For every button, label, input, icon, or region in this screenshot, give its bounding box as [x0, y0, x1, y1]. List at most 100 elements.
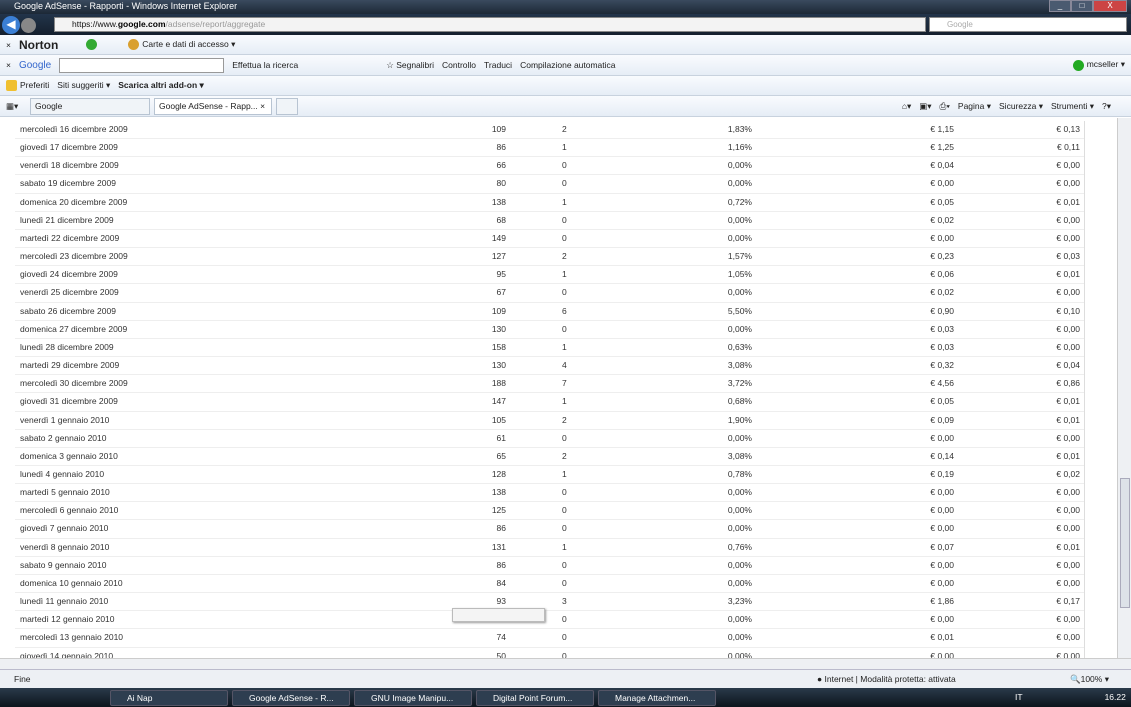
- cards-button[interactable]: Carte e dati di accesso: [142, 39, 228, 49]
- close-button[interactable]: X: [1093, 0, 1127, 12]
- ctr-cell: 0,63%: [727, 341, 752, 352]
- vertical-scrollbar[interactable]: [1117, 118, 1131, 658]
- taskbar-item[interactable]: Digital Point Forum...: [476, 689, 594, 706]
- search-button[interactable]: Effettua la ricerca: [232, 60, 298, 70]
- favorites-button[interactable]: Preferiti: [6, 80, 49, 92]
- taskbar-item[interactable]: Manage Attachmen...: [598, 689, 716, 706]
- table-row: lunedì 11 gennaio 2010 93 3 3,23% € 1,86 € 0,…: [15, 593, 1084, 612]
- impressions-cell: 95: [496, 269, 506, 280]
- earnings-cell: € 0,17: [1056, 596, 1080, 607]
- toolbar-close-icon[interactable]: ×: [6, 60, 11, 70]
- date-cell: lunedì 21 dicembre 2009: [20, 214, 114, 225]
- impressions-cell: 188: [491, 378, 506, 389]
- table-row: mercoledì 30 dicembre 2009 188 7 3,72% € 4,5…: [15, 375, 1084, 394]
- earnings-cell: € 0,02: [1056, 468, 1080, 479]
- earnings-cell: € 0,13: [1056, 124, 1080, 134]
- feeds-icon[interactable]: ▣▾: [919, 101, 931, 112]
- ctr-cell: 1,90%: [727, 414, 752, 425]
- table-row: lunedì 21 dicembre 2009 68 0 0,00% € 0,02 € 0…: [15, 212, 1084, 230]
- page-menu[interactable]: Pagina ▾: [958, 101, 991, 112]
- tab-close-icon[interactable]: ×: [260, 101, 265, 111]
- table-row: martedì 22 dicembre 2009 149 0 0,00% € 0,00 €…: [15, 230, 1084, 249]
- date-cell: mercoledì 13 gennaio 2010: [20, 632, 124, 643]
- taskbar-item[interactable]: Google AdSense - R...: [232, 689, 350, 706]
- impressions-cell: 128: [491, 468, 506, 479]
- ctr-cell: 3,08%: [727, 360, 752, 371]
- zoom-level[interactable]: 🔍100% ▾: [1070, 670, 1109, 688]
- ctr-cell: 0,00%: [727, 632, 752, 643]
- ecpm-cell: € 1,25: [930, 142, 954, 153]
- tools-menu[interactable]: Strumenti ▾: [1051, 101, 1094, 112]
- maximize-button[interactable]: □: [1071, 0, 1093, 12]
- addons-link[interactable]: Scarica altri add-on ▾: [118, 80, 204, 91]
- suggested-sites[interactable]: Siti suggeriti ▾: [57, 80, 110, 91]
- ctr-cell: 0,00%: [727, 559, 752, 570]
- help-icon[interactable]: ?▾: [1102, 101, 1111, 112]
- impressions-cell: 158: [491, 341, 506, 352]
- ctr-cell: 3,08%: [727, 450, 752, 461]
- minimize-button[interactable]: _: [1049, 0, 1071, 12]
- user-menu[interactable]: mcseller ▾: [1072, 59, 1125, 71]
- earnings-cell: € 0,00: [1056, 523, 1080, 534]
- date-cell: venerdì 25 dicembre 2009: [20, 287, 119, 298]
- date-cell: lunedì 4 gennaio 2010: [20, 468, 105, 479]
- ctr-cell: 1,16%: [727, 142, 752, 153]
- ctr-cell: 1,05%: [727, 269, 752, 280]
- ecpm-cell: € 0,19: [930, 468, 954, 479]
- ecpm-cell: € 0,23: [930, 251, 954, 262]
- earnings-cell: € 0,00: [1056, 341, 1080, 352]
- clicks-cell: 0: [562, 287, 567, 298]
- scroll-thumb[interactable]: [1120, 478, 1130, 608]
- clicks-cell: 0: [562, 487, 567, 498]
- spellcheck-button[interactable]: Controllo: [442, 60, 476, 70]
- security-menu[interactable]: Sicurezza ▾: [999, 101, 1043, 112]
- norton-safe-icon[interactable]: [86, 39, 98, 50]
- print-icon[interactable]: ⎙▾: [940, 101, 950, 112]
- impressions-cell: 127: [491, 251, 506, 262]
- earnings-cell: € 0,00: [1056, 577, 1080, 588]
- norton-logo[interactable]: Norton: [19, 38, 58, 52]
- earnings-cell: € 0,00: [1056, 323, 1080, 334]
- taskbar-item[interactable]: GNU Image Manipu...: [354, 689, 472, 706]
- address-bar[interactable]: https://www.google.com/adsense/report/ag…: [54, 17, 926, 32]
- earnings-cell: € 0,00: [1056, 178, 1080, 189]
- clicks-cell: 1: [562, 341, 567, 352]
- status-bar: Fine ● Internet | Modalità protetta: att…: [0, 669, 1131, 688]
- table-row: sabato 2 gennaio 2010 61 0 0,00% € 0,00 € 0,0…: [15, 430, 1084, 448]
- autofill-button[interactable]: Compilazione automatica: [520, 60, 615, 70]
- impressions-cell: 147: [491, 396, 506, 407]
- forward-button[interactable]: [21, 18, 36, 33]
- quick-tabs-icon[interactable]: ▦▾: [6, 101, 26, 112]
- clicks-cell: 1: [562, 396, 567, 407]
- toolbar-close-icon[interactable]: ×: [6, 40, 11, 50]
- security-zone: ● Internet | Modalità protetta: attivata: [817, 674, 956, 684]
- search-box[interactable]: Google: [929, 17, 1127, 32]
- google-search-input[interactable]: [59, 57, 225, 73]
- clicks-cell: 2: [562, 450, 567, 461]
- horizontal-scrollbar[interactable]: [0, 658, 1131, 669]
- ecpm-cell: € 0,07: [930, 541, 954, 552]
- clicks-cell: 0: [562, 632, 567, 643]
- table-row: giovedì 7 gennaio 2010 86 0 0,00% € 0,00 € 0,…: [15, 520, 1084, 539]
- date-cell: domenica 27 dicembre 2009: [20, 323, 128, 334]
- translate-button[interactable]: Traduci: [484, 60, 512, 70]
- bookmarks-button[interactable]: ☆ Segnalibri: [386, 60, 434, 71]
- tab-adsense[interactable]: Google AdSense - Rapp... ×: [154, 97, 272, 115]
- clicks-cell: 1: [562, 541, 567, 552]
- ctr-cell: 0,00%: [727, 214, 752, 225]
- home-icon[interactable]: ⌂▾: [902, 101, 911, 112]
- earnings-cell: € 0,04: [1056, 360, 1080, 371]
- earnings-cell: € 0,00: [1056, 214, 1080, 225]
- title-bar: Google AdSense - Rapporti - Windows Inte…: [0, 0, 1131, 14]
- back-button[interactable]: ◀: [2, 16, 20, 34]
- tab-google[interactable]: Google: [30, 97, 150, 115]
- earnings-cell: € 0,11: [1056, 142, 1080, 153]
- report-content: mercoledì 16 dicembre 2009 109 2 1,83% € 1,1…: [0, 118, 1117, 658]
- address-row: ◀ https://www.google.com/adsense/report/…: [0, 14, 1131, 35]
- ctr-cell: 0,72%: [727, 196, 752, 207]
- ctr-cell: 0,00%: [727, 505, 752, 516]
- ctr-cell: 0,00%: [727, 577, 752, 588]
- table-row: sabato 9 gennaio 2010 86 0 0,00% € 0,00 € 0,0…: [15, 557, 1084, 575]
- taskbar-item[interactable]: Ai Nap: [110, 689, 228, 706]
- new-tab-button[interactable]: [276, 97, 298, 115]
